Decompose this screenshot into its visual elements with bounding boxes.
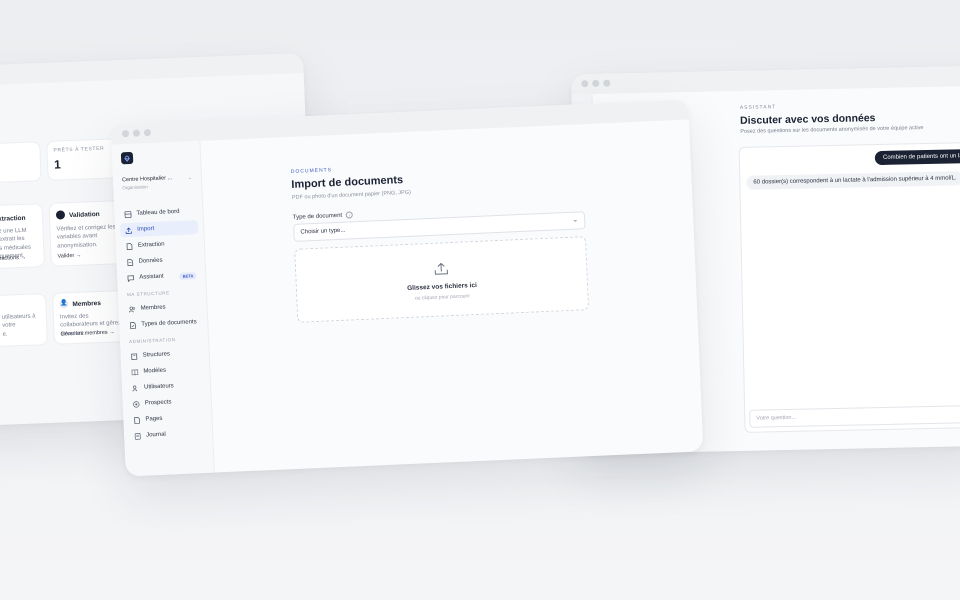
window-dot [592, 79, 600, 87]
stat-value: 1 [53, 157, 62, 172]
chevron-down-icon: ⌄ [572, 216, 579, 224]
file-types-icon [128, 321, 136, 329]
nav-item-types-documents[interactable]: Types de documents [124, 315, 203, 332]
section-label-structure: MA STRUCTURE [126, 290, 170, 298]
chat-input[interactable]: Votre question... [749, 404, 960, 428]
validation-link[interactable]: Valider → [57, 253, 81, 260]
nav-item-dashboard[interactable]: Tableau de bord [119, 204, 198, 221]
users-icon: 👤 [59, 299, 69, 309]
assistant-message: 60 dossier(s) correspondent à un lactate… [746, 171, 960, 190]
window-dot [121, 129, 130, 138]
card-title: xtraction [0, 214, 26, 223]
nav-item-assistant[interactable]: Assistant BETA [122, 268, 201, 285]
nav-label: Assistant [139, 273, 164, 281]
logo-icon [120, 151, 134, 165]
nav-label: Données [138, 257, 163, 265]
users-icon [131, 384, 139, 392]
window-dot [603, 79, 611, 87]
nav-item-prospects[interactable]: Prospects [128, 394, 207, 411]
nav-label: Journal [146, 431, 166, 439]
import-window: Centre Hospitalier ... Organisation ⌃ Ta… [110, 99, 704, 477]
stat-card-partial: S [0, 141, 42, 186]
upload-icon [124, 226, 132, 234]
window-dot [143, 129, 152, 137]
section-label-admin: ADMINISTRATION [128, 337, 176, 345]
book-icon [130, 368, 138, 376]
window-dot [132, 129, 141, 137]
building-icon [130, 352, 138, 360]
page-subtitle: PDF ou photo d'un document papier (PNG, … [291, 189, 412, 201]
target-icon [132, 400, 140, 408]
stat-label: PRÊTS À TESTER [53, 145, 105, 154]
extraction-card[interactable]: xtraction z une LLM extrait les s médica… [0, 203, 45, 272]
sidebar: Centre Hospitalier ... Organisation ⌃ Ta… [111, 140, 215, 477]
nav-label: Structures [142, 351, 171, 359]
page-icon [132, 416, 140, 424]
nav-item-membres[interactable]: Membres [123, 299, 202, 316]
beta-badge: BETA [179, 271, 197, 280]
validation-icon [55, 210, 66, 220]
nav-label: Membres [140, 304, 166, 312]
nav-item-utilisateurs[interactable]: Utilisateurs [127, 378, 206, 395]
page-subtitle: Posez des questions sur les documents an… [740, 125, 924, 135]
nav-label: Types de documents [141, 319, 197, 328]
nav-item-structures[interactable]: Structures [125, 346, 204, 363]
type-label: Type de document i [293, 211, 354, 221]
nav-item-donnees[interactable]: Données [121, 252, 200, 269]
page-title: Discuter avec vos données [739, 112, 876, 127]
nav-label: Prospects [144, 399, 172, 407]
nav-label: Pages [145, 415, 163, 423]
window-dot [581, 80, 589, 88]
page-eyebrow: DOCUMENTS [290, 167, 333, 175]
info-icon: i [345, 211, 354, 219]
document-icon [125, 242, 133, 250]
chat-input-placeholder: Votre question... [756, 414, 797, 422]
upload-icon [433, 261, 450, 276]
chat-panel: Combien de patients ont un lactate à l'a… [738, 141, 960, 433]
extraction-link[interactable]: ractions → [0, 255, 26, 262]
chevron-updown-icon: ⌃ [187, 177, 193, 184]
nav-label: Extraction [137, 241, 165, 249]
nav-item-import[interactable]: Import [119, 220, 199, 238]
org-switcher[interactable]: Centre Hospitalier ... Organisation ⌃ [118, 171, 197, 194]
journal-icon [133, 432, 141, 440]
window-titlebar [571, 65, 960, 95]
user-message: Combien de patients ont un lactate à l'a… [874, 148, 960, 166]
card-title: Membres [72, 299, 102, 309]
window-titlebar [0, 53, 304, 88]
database-icon [125, 258, 133, 266]
nav-label: Modèles [143, 367, 167, 375]
nav-item-pages[interactable]: Pages [128, 410, 207, 427]
select-value: Choisir un type... [300, 227, 346, 236]
nav-label: Tableau de bord [136, 208, 180, 217]
nav-item-extraction[interactable]: Extraction [121, 236, 200, 253]
members-card-partial[interactable]: utilisateurs à votre e. [0, 293, 48, 350]
file-dropzone[interactable]: Glissez vos fichiers ici ou cliquez pour… [294, 236, 590, 323]
org-name: Centre Hospitalier ... [121, 175, 173, 184]
dashboard-icon [123, 210, 131, 218]
users-icon [127, 305, 135, 313]
page-title: Import de documents [291, 174, 404, 191]
card-description: utilisateurs à votre e. [1, 313, 36, 338]
nav-label: Import [137, 225, 155, 233]
nav-label: Utilisateurs [143, 383, 174, 391]
nav-item-journal[interactable]: Journal [129, 426, 208, 443]
nav-item-modeles[interactable]: Modèles [126, 362, 205, 379]
card-description: Vérifiez et corrigez les variables avant… [56, 224, 116, 250]
chat-icon [126, 274, 134, 282]
card-title: Validation [68, 210, 100, 220]
org-role: Organisation [122, 184, 148, 191]
page-eyebrow: ASSISTANT [739, 104, 777, 111]
